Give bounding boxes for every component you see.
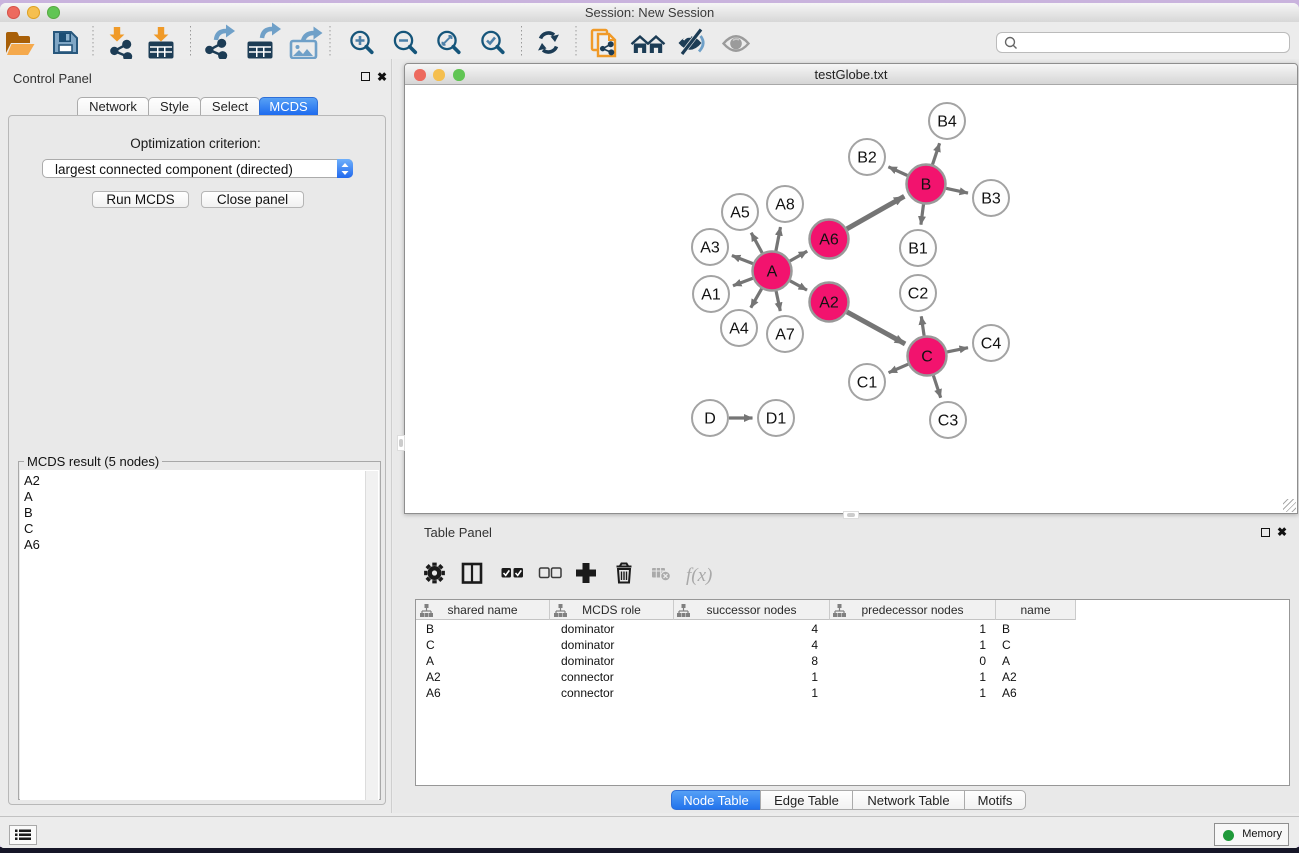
svg-text:f(x): f(x)	[686, 565, 712, 586]
